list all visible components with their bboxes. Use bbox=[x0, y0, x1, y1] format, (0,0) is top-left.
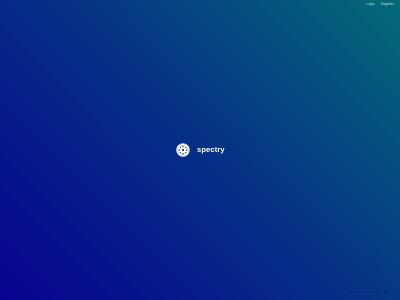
top-nav: Login Register bbox=[366, 2, 394, 7]
brand-name: spectry bbox=[197, 145, 225, 155]
register-link[interactable]: Register bbox=[381, 2, 394, 7]
spectry-logo-icon bbox=[176, 143, 190, 157]
footer-faint-text bbox=[350, 291, 390, 293]
brand-logo: spectry bbox=[176, 143, 225, 157]
login-link[interactable]: Login bbox=[366, 2, 375, 7]
